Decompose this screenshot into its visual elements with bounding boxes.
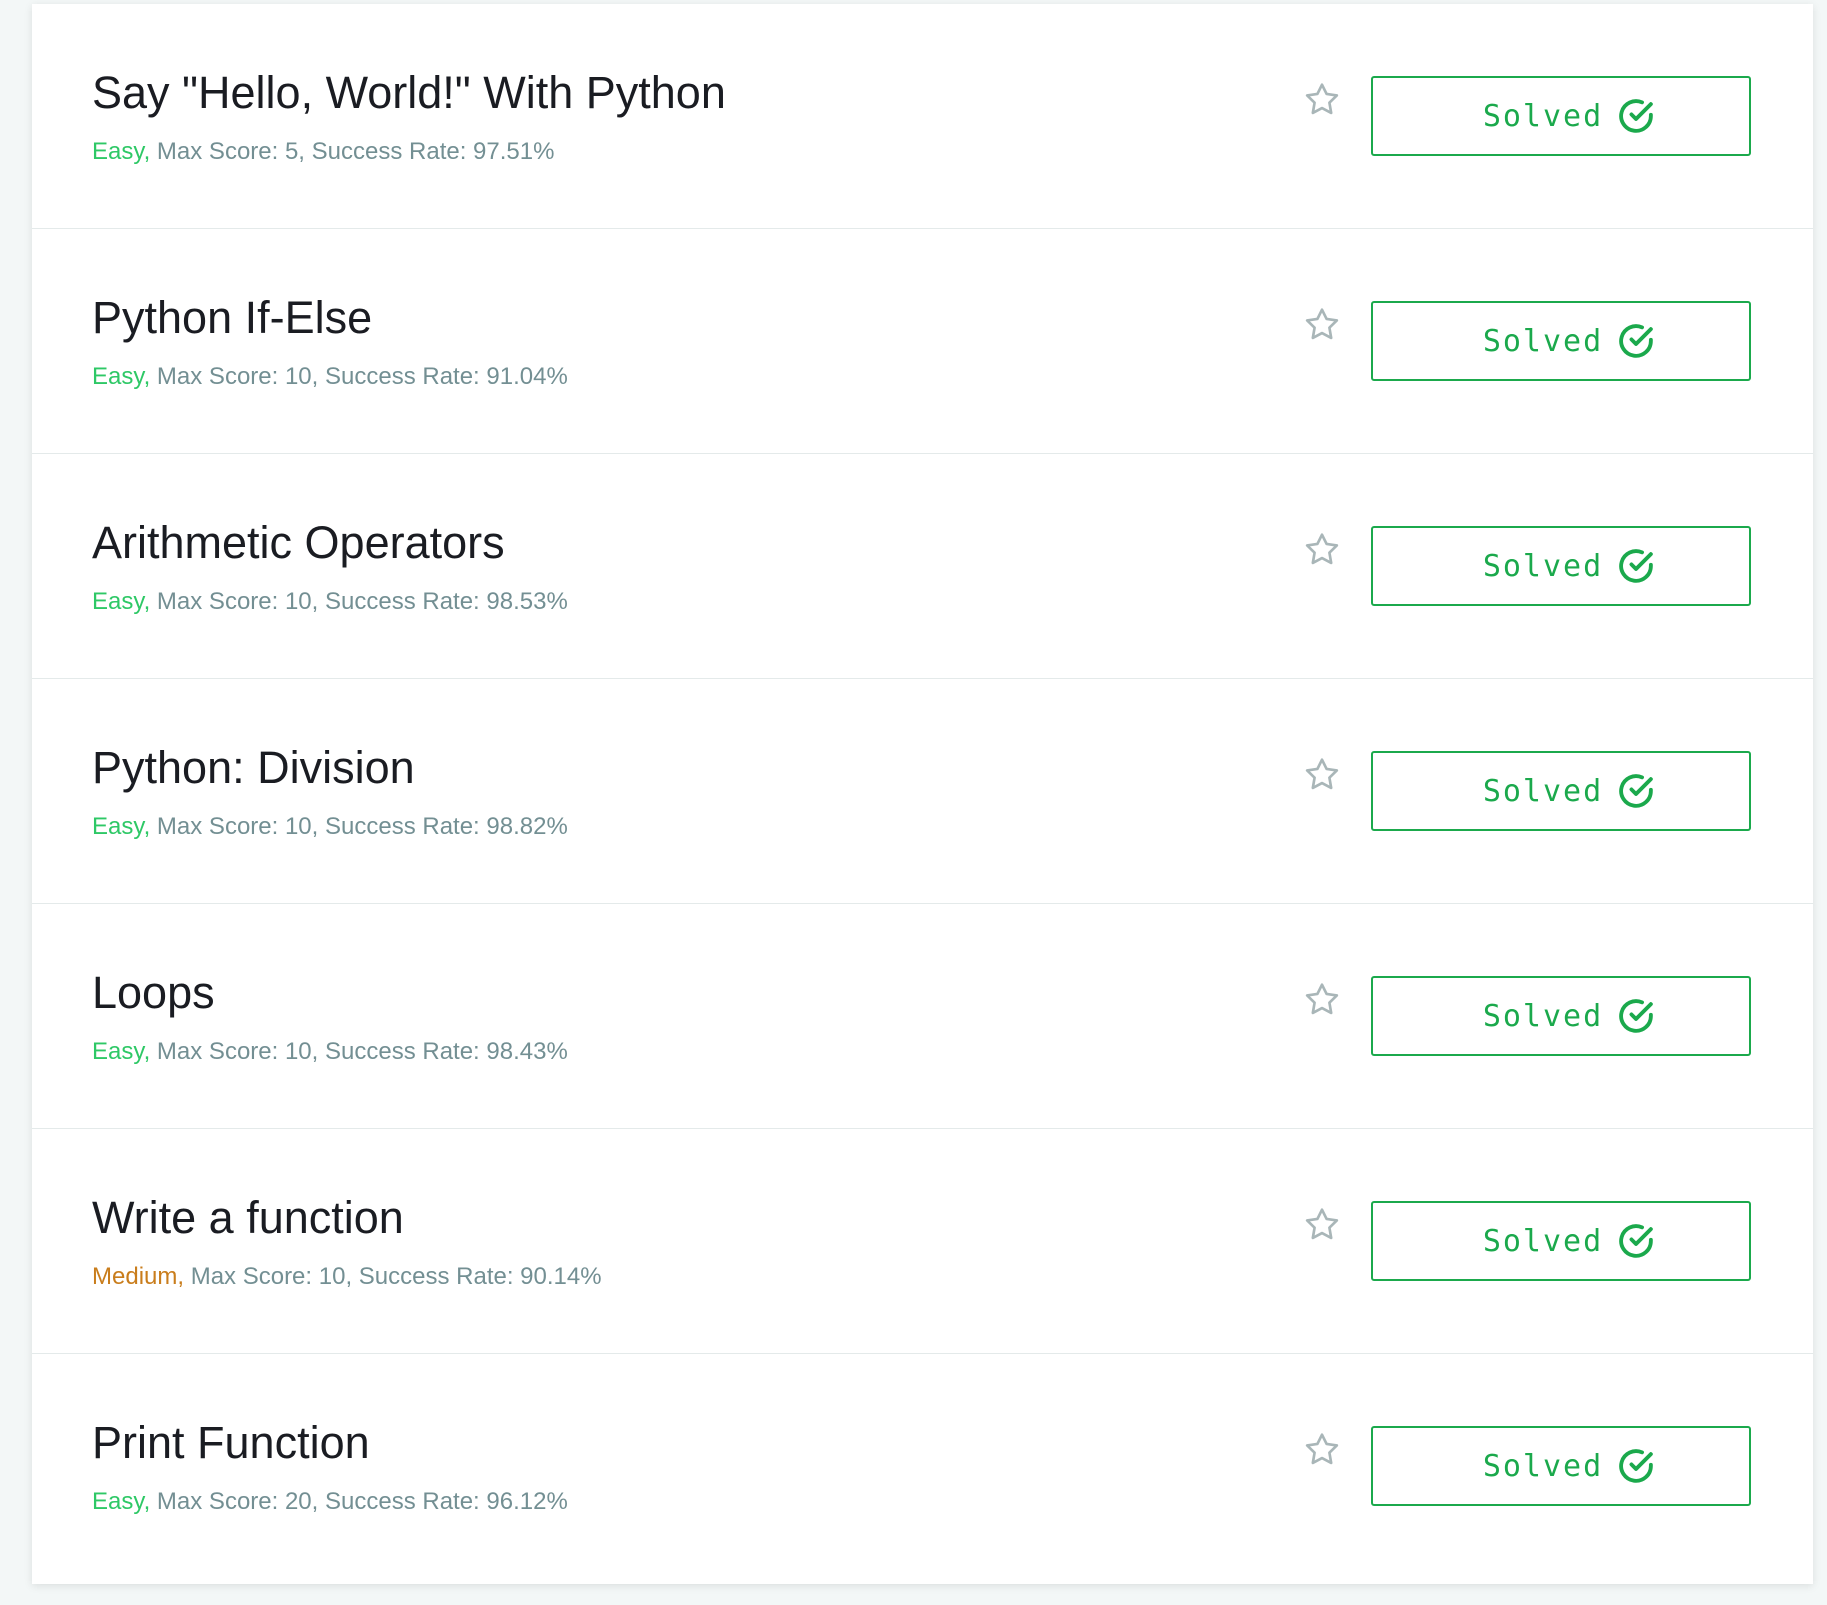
challenge-title[interactable]: Say "Hello, World!" With Python [92,70,726,115]
check-circle-icon [1619,1449,1653,1483]
challenge-stats: Max Score: 10, Success Rate: 98.53% [156,588,568,615]
challenge-row: Python If-Else Easy, Max Score: 10, Succ… [32,229,1813,454]
difficulty-label: Easy, [92,1488,151,1515]
challenge-stats: Max Score: 10, Success Rate: 98.82% [156,813,568,840]
solved-label: Solved [1482,323,1604,359]
star-outline-icon[interactable] [1302,305,1342,345]
difficulty-label: Easy, [92,138,151,165]
solved-label: Solved [1482,998,1604,1034]
star-outline-icon[interactable] [1302,980,1342,1020]
difficulty-label: Easy, [92,1038,151,1065]
solved-button[interactable]: Solved [1371,301,1751,381]
solved-button[interactable]: Solved [1371,751,1751,831]
challenge-row: Write a function Medium, Max Score: 10, … [32,1129,1813,1354]
challenge-stats: Max Score: 10, Success Rate: 98.43% [156,1038,568,1065]
challenge-row: Python: Division Easy, Max Score: 10, Su… [32,679,1813,904]
challenge-stats: Max Score: 20, Success Rate: 96.12% [156,1488,568,1515]
challenge-title[interactable]: Python If-Else [92,295,372,340]
challenge-list: Say "Hello, World!" With Python Easy, Ma… [32,4,1813,1584]
challenge-list-page: Say "Hello, World!" With Python Easy, Ma… [0,0,1827,1605]
solved-label: Solved [1482,548,1604,584]
check-circle-icon [1619,1224,1653,1258]
challenge-row: Arithmetic Operators Easy, Max Score: 10… [32,454,1813,679]
challenge-stats: Max Score: 10, Success Rate: 90.14% [190,1263,602,1290]
star-outline-icon[interactable] [1302,755,1342,795]
challenge-title[interactable]: Python: Division [92,745,415,790]
challenge-title[interactable]: Loops [92,970,215,1015]
challenge-row: Loops Easy, Max Score: 10, Success Rate:… [32,904,1813,1129]
solved-button[interactable]: Solved [1371,976,1751,1056]
solved-button[interactable]: Solved [1371,76,1751,156]
challenge-title[interactable]: Print Function [92,1420,370,1465]
challenge-stats: Max Score: 5, Success Rate: 97.51% [156,138,555,165]
challenge-meta: Easy, Max Score: 10, Success Rate: 98.82… [92,815,568,839]
check-circle-icon [1619,99,1653,133]
solved-label: Solved [1482,1223,1604,1259]
star-outline-icon[interactable] [1302,1430,1342,1470]
challenge-row: Say "Hello, World!" With Python Easy, Ma… [32,4,1813,229]
challenge-meta: Medium, Max Score: 10, Success Rate: 90.… [92,1265,602,1289]
challenge-row: Print Function Easy, Max Score: 20, Succ… [32,1354,1813,1579]
solved-label: Solved [1482,773,1604,809]
check-circle-icon [1619,324,1653,358]
challenge-title[interactable]: Arithmetic Operators [92,520,505,565]
challenge-meta: Easy, Max Score: 10, Success Rate: 98.43… [92,1040,568,1064]
solved-button[interactable]: Solved [1371,1426,1751,1506]
star-outline-icon[interactable] [1302,530,1342,570]
difficulty-label: Easy, [92,363,151,390]
solved-button[interactable]: Solved [1371,1201,1751,1281]
solved-label: Solved [1482,98,1604,134]
challenge-meta: Easy, Max Score: 10, Success Rate: 98.53… [92,590,568,614]
check-circle-icon [1619,549,1653,583]
difficulty-label: Easy, [92,813,151,840]
challenge-stats: Max Score: 10, Success Rate: 91.04% [156,363,568,390]
challenge-title[interactable]: Write a function [92,1195,404,1240]
check-circle-icon [1619,774,1653,808]
star-outline-icon[interactable] [1302,80,1342,120]
challenge-meta: Easy, Max Score: 10, Success Rate: 91.04… [92,365,568,389]
star-outline-icon[interactable] [1302,1205,1342,1245]
difficulty-label: Easy, [92,588,151,615]
solved-label: Solved [1482,1448,1604,1484]
difficulty-label: Medium, [92,1263,185,1290]
challenge-meta: Easy, Max Score: 5, Success Rate: 97.51% [92,140,554,164]
check-circle-icon [1619,999,1653,1033]
solved-button[interactable]: Solved [1371,526,1751,606]
challenge-meta: Easy, Max Score: 20, Success Rate: 96.12… [92,1490,568,1514]
